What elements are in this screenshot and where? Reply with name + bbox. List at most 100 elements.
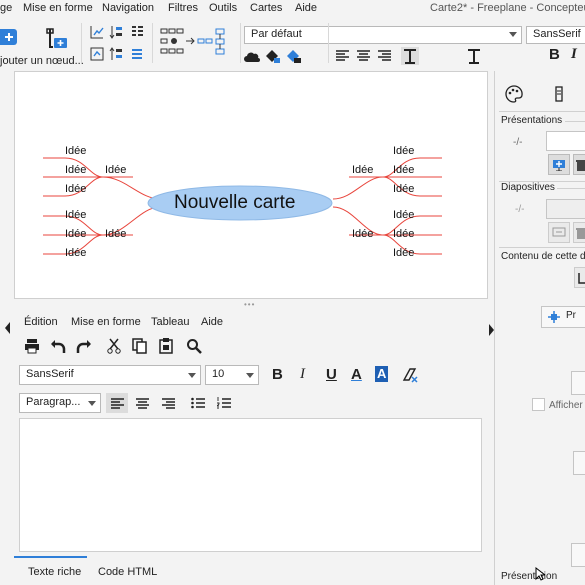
menu-tools[interactable]: Outils [209, 2, 237, 14]
text-style-icon[interactable] [401, 47, 419, 65]
editor-align-center-icon[interactable] [134, 394, 150, 412]
font-family-select[interactable]: SansSerif [526, 26, 585, 44]
node-left-parent-1[interactable]: Idée [105, 164, 126, 176]
node-style-select[interactable]: Par défaut [244, 26, 522, 44]
node-left-5[interactable]: Idée [65, 228, 86, 240]
content-tool-icon[interactable] [574, 267, 585, 288]
menu-maps[interactable]: Cartes [250, 2, 282, 14]
option-button-3[interactable] [571, 543, 585, 567]
bold-button[interactable]: B [549, 46, 560, 63]
paragraph-style-select[interactable]: Paragrap... [19, 393, 101, 413]
node-left-4[interactable]: Idée [65, 209, 86, 221]
presentation-panel: Présentations -/- Diapositives -/- Conte… [494, 71, 585, 585]
menu-filters[interactable]: Filtres [168, 2, 198, 14]
slides-list[interactable] [546, 199, 585, 219]
mind-map-canvas[interactable]: Nouvelle carte Idée Idée Idée Idée Idée … [14, 71, 488, 299]
redo-icon[interactable] [76, 338, 92, 354]
editor-underline-button[interactable]: U [326, 366, 337, 383]
node-right-4[interactable]: Idée [393, 209, 414, 221]
menu-navigation[interactable]: Navigation [102, 2, 154, 14]
cut-icon[interactable] [106, 338, 122, 354]
place-button[interactable]: Pr [541, 306, 585, 328]
delete-slide-icon[interactable] [573, 222, 585, 243]
root-node[interactable]: Nouvelle carte [174, 192, 295, 214]
search-icon[interactable] [186, 338, 202, 354]
palette-icon[interactable] [505, 85, 523, 103]
node-right-parent-2[interactable]: Idée [352, 228, 373, 240]
font-family-value: SansSerif [533, 28, 581, 40]
align-center-icon[interactable] [357, 50, 370, 61]
print-icon[interactable] [24, 338, 40, 354]
node-left-1[interactable]: Idée [65, 145, 86, 157]
editor-menu-help[interactable]: Aide [201, 316, 223, 328]
add-child-node-icon[interactable] [43, 26, 69, 50]
tab-html-code[interactable]: Code HTML [98, 566, 157, 578]
sort2-icon[interactable] [109, 47, 123, 61]
edge-color-icon[interactable] [284, 48, 302, 64]
option-button-1[interactable] [571, 371, 585, 395]
node-right-parent-1[interactable]: Idée [352, 164, 373, 176]
editor-size-select[interactable]: 10 [205, 365, 259, 385]
italic-button[interactable]: I [571, 46, 577, 63]
editor-menu-edit[interactable]: Édition [24, 316, 58, 328]
outline2-icon[interactable] [130, 47, 144, 61]
editor-italic-button[interactable]: I [300, 366, 305, 383]
copy-icon[interactable] [132, 338, 148, 354]
add-node-label: jouter un nœud... [0, 55, 84, 67]
paste-icon[interactable] [158, 338, 174, 354]
layout2-icon[interactable] [90, 47, 104, 61]
menu-format[interactable]: Mise en forme [23, 2, 93, 14]
note-text-area[interactable] [19, 418, 482, 552]
collapse-left-icon[interactable] [5, 322, 10, 334]
show-checkbox[interactable] [532, 398, 545, 411]
node-left-6[interactable]: Idée [65, 247, 86, 259]
delete-icon[interactable] [573, 154, 585, 175]
node-flow-icon[interactable] [160, 27, 232, 59]
node-left-parent-2[interactable]: Idée [105, 228, 126, 240]
splitter-handle[interactable]: ••• [244, 300, 255, 309]
editor-bold-button[interactable]: B [272, 366, 283, 383]
chevron-down-icon [509, 32, 517, 37]
chevron-down-icon [188, 373, 196, 378]
properties-icon[interactable] [553, 85, 565, 103]
presentations-counter: -/- [513, 137, 523, 148]
node-right-5[interactable]: Idée [393, 228, 414, 240]
editor-menu-format[interactable]: Mise en forme [71, 316, 141, 328]
node-right-2[interactable]: Idée [393, 164, 414, 176]
node-left-2[interactable]: Idée [65, 164, 86, 176]
menu-page[interactable]: ge [0, 2, 12, 14]
fill-color-icon[interactable] [263, 48, 281, 64]
menu-help[interactable]: Aide [295, 2, 317, 14]
note-editor: Édition Mise en forme Tableau Aide SansS… [14, 310, 486, 562]
tab-indicator [14, 556, 87, 558]
bullet-list-icon[interactable] [190, 394, 206, 412]
text-t-icon[interactable] [466, 47, 482, 65]
align-right-icon[interactable] [378, 50, 391, 61]
undo-icon[interactable] [50, 338, 66, 354]
editor-menu-table[interactable]: Tableau [151, 316, 190, 328]
text-color-button[interactable]: A [351, 366, 362, 383]
option-button-2[interactable] [573, 451, 585, 475]
cloud-icon[interactable] [243, 50, 261, 64]
place-button-label: Pr [566, 310, 576, 321]
add-node-icon[interactable] [0, 29, 17, 45]
node-right-1[interactable]: Idée [393, 145, 414, 157]
new-presentation-icon[interactable] [548, 154, 570, 175]
node-right-6[interactable]: Idée [393, 247, 414, 259]
highlight-color-button[interactable]: A [375, 366, 389, 382]
editor-align-left-icon[interactable] [106, 393, 128, 413]
editor-align-right-icon[interactable] [160, 394, 176, 412]
new-slide-icon[interactable] [548, 222, 570, 243]
node-left-3[interactable]: Idée [65, 183, 86, 195]
layout-icon[interactable] [90, 25, 104, 39]
numbered-list-icon[interactable] [216, 394, 232, 412]
align-left-icon[interactable] [336, 50, 349, 61]
presentations-list[interactable] [546, 131, 585, 151]
editor-size-value: 10 [212, 368, 225, 380]
node-right-3[interactable]: Idée [393, 183, 414, 195]
eraser-icon[interactable] [402, 367, 418, 383]
tab-rich-text[interactable]: Texte riche [28, 566, 81, 578]
outline-icon[interactable] [130, 25, 144, 39]
sort-icon[interactable] [109, 25, 123, 39]
editor-font-select[interactable]: SansSerif [19, 365, 201, 385]
